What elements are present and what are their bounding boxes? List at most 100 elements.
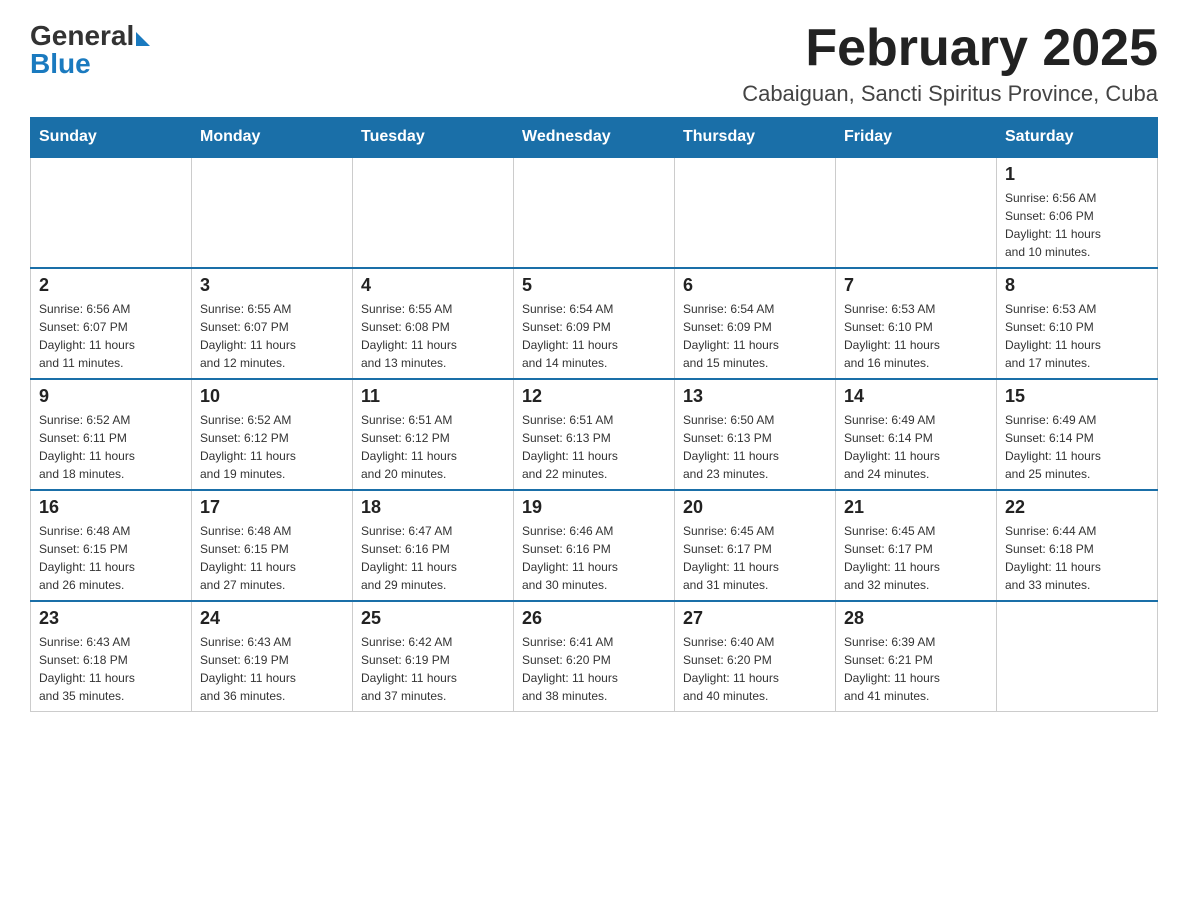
calendar-week-row-2: 2 Sunrise: 6:56 AMSunset: 6:07 PMDaylight… bbox=[31, 268, 1158, 379]
day-info: Sunrise: 6:44 AMSunset: 6:18 PMDaylight:… bbox=[1005, 522, 1149, 594]
day-number: 13 bbox=[683, 386, 827, 407]
day-number: 26 bbox=[522, 608, 666, 629]
day-number: 2 bbox=[39, 275, 183, 296]
calendar-cell: 5Sunrise: 6:54 AMSunset: 6:09 PMDaylight… bbox=[514, 268, 675, 379]
day-number: 4 bbox=[361, 275, 505, 296]
calendar-day-header-thursday: Thursday bbox=[675, 118, 836, 158]
day-number: 24 bbox=[200, 608, 344, 629]
calendar-cell: 16Sunrise: 6:48 AMSunset: 6:15 PMDayligh… bbox=[31, 490, 192, 601]
calendar-cell: 26Sunrise: 6:41 AMSunset: 6:20 PMDayligh… bbox=[514, 601, 675, 712]
calendar-cell bbox=[514, 157, 675, 268]
day-number: 9 bbox=[39, 386, 183, 407]
day-info: Sunrise: 6:43 AMSunset: 6:18 PMDaylight:… bbox=[39, 633, 183, 705]
calendar-cell: 6 Sunrise: 6:54 AMSunset: 6:09 PMDaylight… bbox=[675, 268, 836, 379]
calendar-week-row-5: 23 Sunrise: 6:43 AMSunset: 6:18 PMDayligh… bbox=[31, 601, 1158, 712]
calendar-week-row-4: 16 Sunrise: 6:48 AMSunset: 6:15 PMDayligh… bbox=[31, 490, 1158, 601]
calendar-cell: 22 Sunrise: 6:44 AMSunset: 6:18 PMDayligh… bbox=[997, 490, 1158, 601]
calendar-week-row-3: 9 Sunrise: 6:52 AMSunset: 6:11 PMDaylight… bbox=[31, 379, 1158, 490]
calendar-week-row-1: 1 Sunrise: 6:56 AMSunset: 6:06 PMDaylight… bbox=[31, 157, 1158, 268]
calendar-cell: 7 Sunrise: 6:53 AMSunset: 6:10 PMDaylight… bbox=[836, 268, 997, 379]
day-info: Sunrise: 6:48 AMSunset: 6:15 PMDaylight:… bbox=[200, 522, 344, 594]
calendar-subtitle: Cabaiguan, Sancti Spiritus Province, Cub… bbox=[742, 81, 1158, 107]
calendar-cell: 3 Sunrise: 6:55 AMSunset: 6:07 PMDaylight… bbox=[192, 268, 353, 379]
day-info: Sunrise: 6:56 AMSunset: 6:06 PMDaylight:… bbox=[1005, 189, 1149, 261]
day-number: 14 bbox=[844, 386, 988, 407]
calendar-day-header-sunday: Sunday bbox=[31, 118, 192, 158]
day-number: 3 bbox=[200, 275, 344, 296]
day-number: 23 bbox=[39, 608, 183, 629]
logo-blue-text: Blue bbox=[30, 48, 150, 80]
day-info: Sunrise: 6:51 AMSunset: 6:12 PMDaylight:… bbox=[361, 411, 505, 483]
day-number: 20 bbox=[683, 497, 827, 518]
day-number: 19 bbox=[522, 497, 666, 518]
day-number: 22 bbox=[1005, 497, 1149, 518]
day-info: Sunrise: 6:51 AMSunset: 6:13 PMDaylight:… bbox=[522, 411, 666, 483]
calendar-cell bbox=[675, 157, 836, 268]
calendar-cell: 24 Sunrise: 6:43 AMSunset: 6:19 PMDayligh… bbox=[192, 601, 353, 712]
day-info: Sunrise: 6:54 AMSunset: 6:09 PMDaylight:… bbox=[683, 300, 827, 372]
day-info: Sunrise: 6:50 AMSunset: 6:13 PMDaylight:… bbox=[683, 411, 827, 483]
day-info: Sunrise: 6:42 AMSunset: 6:19 PMDaylight:… bbox=[361, 633, 505, 705]
calendar-cell: 15 Sunrise: 6:49 AMSunset: 6:14 PMDayligh… bbox=[997, 379, 1158, 490]
calendar-cell: 20 Sunrise: 6:45 AMSunset: 6:17 PMDayligh… bbox=[675, 490, 836, 601]
day-info: Sunrise: 6:43 AMSunset: 6:19 PMDaylight:… bbox=[200, 633, 344, 705]
day-info: Sunrise: 6:40 AMSunset: 6:20 PMDaylight:… bbox=[683, 633, 827, 705]
day-number: 6 bbox=[683, 275, 827, 296]
calendar-cell: 27 Sunrise: 6:40 AMSunset: 6:20 PMDayligh… bbox=[675, 601, 836, 712]
calendar-cell bbox=[836, 157, 997, 268]
calendar-cell: 28 Sunrise: 6:39 AMSunset: 6:21 PMDayligh… bbox=[836, 601, 997, 712]
day-number: 28 bbox=[844, 608, 988, 629]
day-number: 1 bbox=[1005, 164, 1149, 185]
day-number: 16 bbox=[39, 497, 183, 518]
day-info: Sunrise: 6:55 AMSunset: 6:07 PMDaylight:… bbox=[200, 300, 344, 372]
day-info: Sunrise: 6:45 AMSunset: 6:17 PMDaylight:… bbox=[683, 522, 827, 594]
day-info: Sunrise: 6:53 AMSunset: 6:10 PMDaylight:… bbox=[1005, 300, 1149, 372]
calendar-day-header-saturday: Saturday bbox=[997, 118, 1158, 158]
calendar-cell: 19 Sunrise: 6:46 AMSunset: 6:16 PMDayligh… bbox=[514, 490, 675, 601]
calendar-cell bbox=[192, 157, 353, 268]
day-info: Sunrise: 6:52 AMSunset: 6:11 PMDaylight:… bbox=[39, 411, 183, 483]
calendar-cell bbox=[31, 157, 192, 268]
calendar-cell: 1 Sunrise: 6:56 AMSunset: 6:06 PMDaylight… bbox=[997, 157, 1158, 268]
day-info: Sunrise: 6:47 AMSunset: 6:16 PMDaylight:… bbox=[361, 522, 505, 594]
day-info: Sunrise: 6:39 AMSunset: 6:21 PMDaylight:… bbox=[844, 633, 988, 705]
logo: General Blue bbox=[30, 20, 150, 80]
day-info: Sunrise: 6:56 AMSunset: 6:07 PMDaylight:… bbox=[39, 300, 183, 372]
calendar-cell bbox=[353, 157, 514, 268]
calendar-day-header-tuesday: Tuesday bbox=[353, 118, 514, 158]
calendar-day-header-friday: Friday bbox=[836, 118, 997, 158]
day-info: Sunrise: 6:54 AMSunset: 6:09 PMDaylight:… bbox=[522, 300, 666, 372]
calendar-cell: 23 Sunrise: 6:43 AMSunset: 6:18 PMDayligh… bbox=[31, 601, 192, 712]
calendar-title-area: February 2025 Cabaiguan, Sancti Spiritus… bbox=[742, 20, 1158, 107]
day-number: 11 bbox=[361, 386, 505, 407]
calendar-cell: 2 Sunrise: 6:56 AMSunset: 6:07 PMDaylight… bbox=[31, 268, 192, 379]
day-info: Sunrise: 6:49 AMSunset: 6:14 PMDaylight:… bbox=[844, 411, 988, 483]
calendar-cell: 10 Sunrise: 6:52 AMSunset: 6:12 PMDayligh… bbox=[192, 379, 353, 490]
calendar-table: SundayMondayTuesdayWednesdayThursdayFrid… bbox=[30, 117, 1158, 712]
calendar-cell: 12 Sunrise: 6:51 AMSunset: 6:13 PMDayligh… bbox=[514, 379, 675, 490]
day-info: Sunrise: 6:46 AMSunset: 6:16 PMDaylight:… bbox=[522, 522, 666, 594]
calendar-cell: 11 Sunrise: 6:51 AMSunset: 6:12 PMDayligh… bbox=[353, 379, 514, 490]
calendar-cell: 18 Sunrise: 6:47 AMSunset: 6:16 PMDayligh… bbox=[353, 490, 514, 601]
logo-arrow-icon bbox=[136, 32, 150, 46]
day-number: 12 bbox=[522, 386, 666, 407]
day-number: 25 bbox=[361, 608, 505, 629]
day-number: 27 bbox=[683, 608, 827, 629]
calendar-cell: 21Sunrise: 6:45 AMSunset: 6:17 PMDayligh… bbox=[836, 490, 997, 601]
day-number: 21 bbox=[844, 497, 988, 518]
day-info: Sunrise: 6:52 AMSunset: 6:12 PMDaylight:… bbox=[200, 411, 344, 483]
calendar-title: February 2025 bbox=[805, 20, 1158, 77]
calendar-cell: 4 Sunrise: 6:55 AMSunset: 6:08 PMDaylight… bbox=[353, 268, 514, 379]
day-number: 10 bbox=[200, 386, 344, 407]
calendar-cell: 13 Sunrise: 6:50 AMSunset: 6:13 PMDayligh… bbox=[675, 379, 836, 490]
day-number: 15 bbox=[1005, 386, 1149, 407]
day-number: 18 bbox=[361, 497, 505, 518]
day-number: 7 bbox=[844, 275, 988, 296]
day-info: Sunrise: 6:53 AMSunset: 6:10 PMDaylight:… bbox=[844, 300, 988, 372]
day-info: Sunrise: 6:55 AMSunset: 6:08 PMDaylight:… bbox=[361, 300, 505, 372]
page-header: General Blue February 2025 Cabaiguan, Sa… bbox=[30, 20, 1158, 107]
day-info: Sunrise: 6:49 AMSunset: 6:14 PMDaylight:… bbox=[1005, 411, 1149, 483]
calendar-cell: 9 Sunrise: 6:52 AMSunset: 6:11 PMDaylight… bbox=[31, 379, 192, 490]
calendar-cell: 17 Sunrise: 6:48 AMSunset: 6:15 PMDayligh… bbox=[192, 490, 353, 601]
day-number: 17 bbox=[200, 497, 344, 518]
